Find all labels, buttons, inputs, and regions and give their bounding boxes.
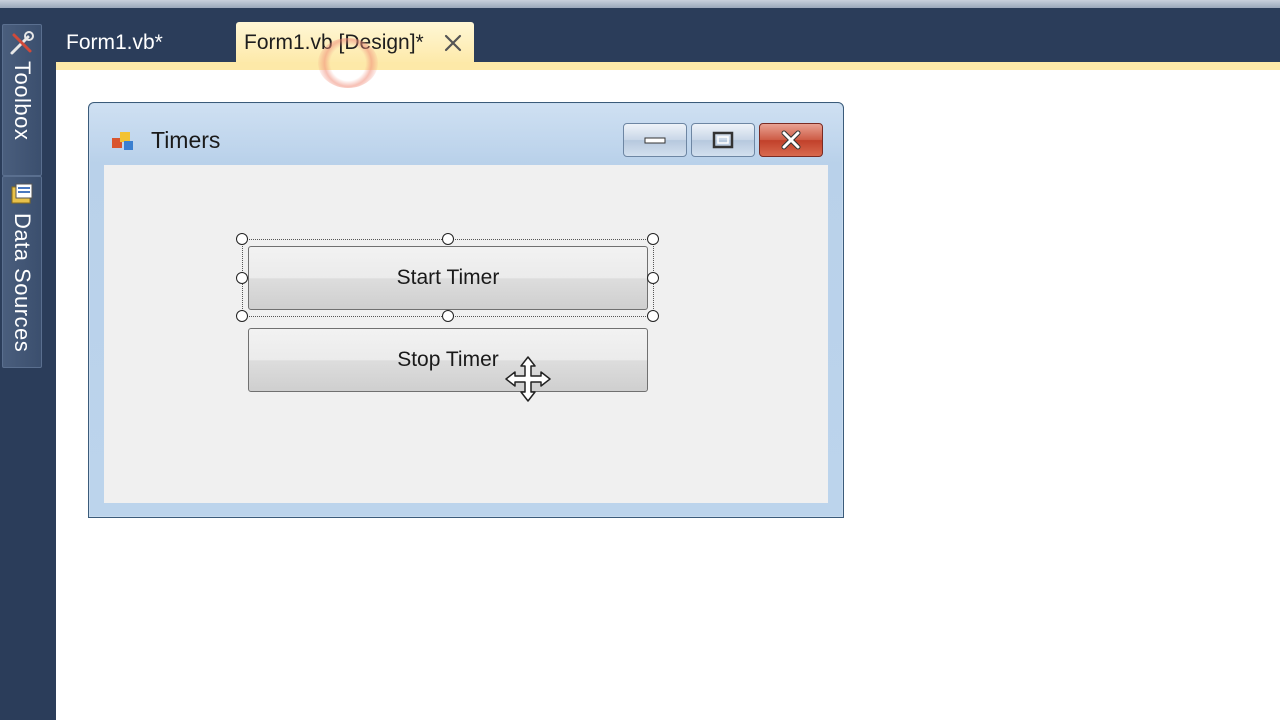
- form-title: Timers: [151, 127, 221, 153]
- resize-handle[interactable]: [236, 272, 248, 284]
- resize-handle[interactable]: [647, 272, 659, 284]
- close-icon[interactable]: [442, 32, 464, 54]
- resize-handle[interactable]: [236, 310, 248, 322]
- resize-handle[interactable]: [647, 310, 659, 322]
- window-top-strip: [0, 0, 1280, 8]
- form-window[interactable]: Timers Start Timer Stop Timer: [88, 102, 844, 518]
- toolbox-icon: [10, 31, 34, 55]
- click-highlight: [318, 38, 378, 88]
- side-dock: Toolbox Data Sources: [0, 8, 56, 720]
- form-icon: [112, 132, 133, 150]
- tab-label: Form1.vb*: [66, 31, 163, 54]
- toolbox-label: Toolbox: [10, 61, 35, 141]
- close-button[interactable]: [759, 123, 823, 157]
- form-client-area[interactable]: Start Timer Stop Timer: [104, 165, 828, 503]
- maximize-button[interactable]: [691, 123, 755, 157]
- resize-handle[interactable]: [442, 310, 454, 322]
- start-timer-button[interactable]: Start Timer: [248, 246, 648, 310]
- data-sources-tab[interactable]: Data Sources: [2, 176, 42, 368]
- close-icon: [781, 130, 801, 150]
- resize-handle[interactable]: [647, 233, 659, 245]
- minimize-icon: [644, 137, 666, 144]
- toolbox-tab[interactable]: Toolbox: [2, 24, 42, 176]
- stop-timer-button[interactable]: Stop Timer: [248, 328, 648, 392]
- tab-form1-code[interactable]: Form1.vb*: [66, 22, 163, 64]
- active-tab-accent-bar: [56, 62, 1280, 70]
- data-sources-icon: [11, 183, 33, 204]
- minimize-button[interactable]: [623, 123, 687, 157]
- resize-handle[interactable]: [236, 233, 248, 245]
- move-cursor-icon: [505, 356, 551, 402]
- data-sources-label: Data Sources: [10, 213, 35, 353]
- resize-handle[interactable]: [442, 233, 454, 245]
- document-tab-strip: Form1.vb* Form1.vb [Design]*: [56, 8, 1280, 64]
- maximize-icon: [712, 131, 734, 149]
- form-title-bar: Timers: [89, 103, 843, 165]
